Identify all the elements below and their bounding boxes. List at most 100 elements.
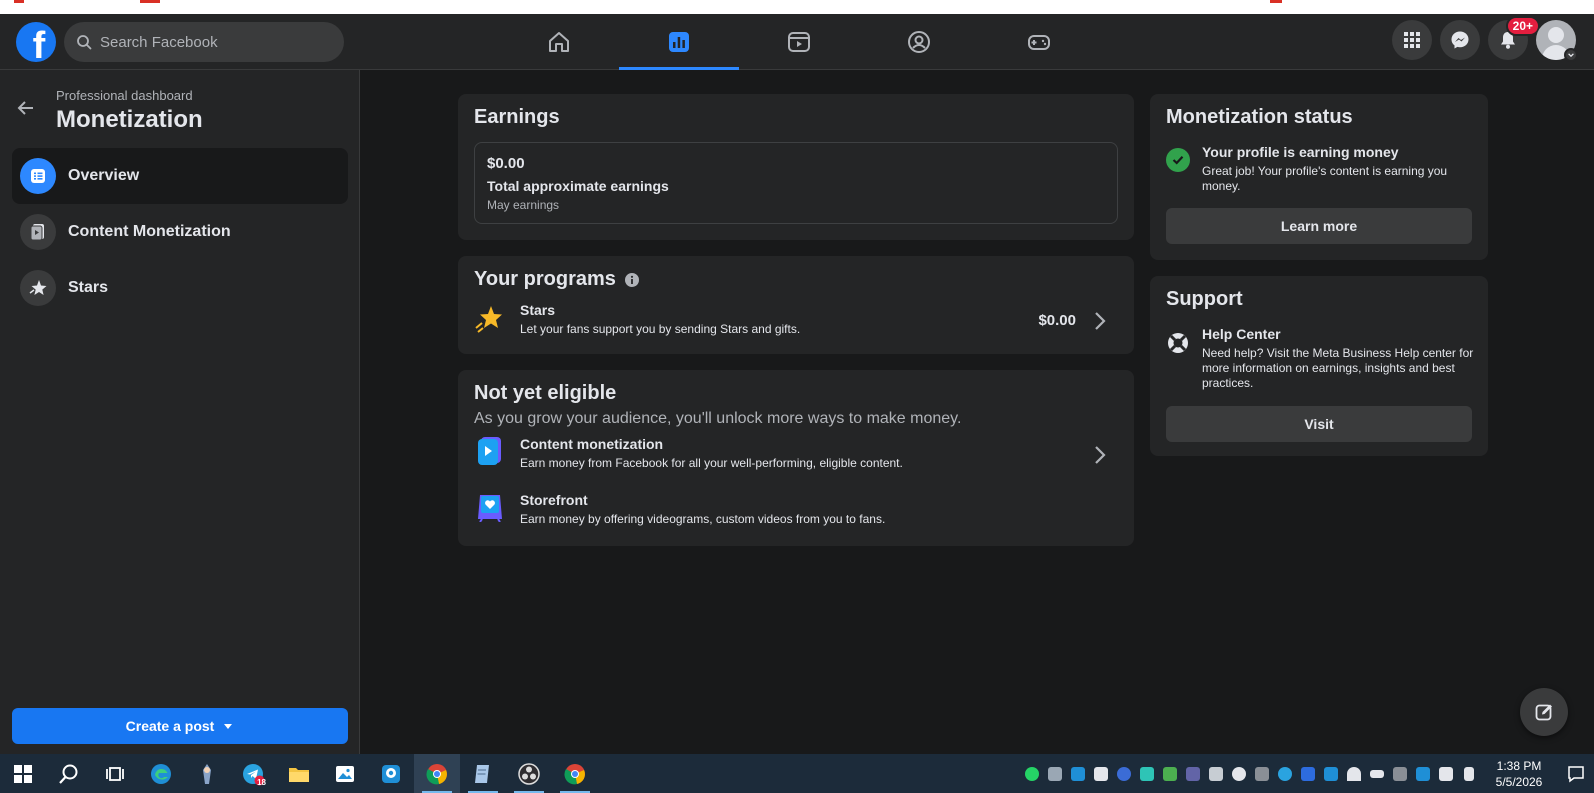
taskbar-file-explorer[interactable]	[276, 754, 322, 793]
tray-app-icon[interactable]	[1296, 754, 1319, 793]
taskbar-chrome-f[interactable]	[552, 754, 598, 793]
security-tray-icon[interactable]	[1434, 754, 1457, 793]
tray-app-icon[interactable]	[1250, 754, 1273, 793]
info-icon[interactable]	[624, 272, 640, 288]
sidebar-item-overview[interactable]: Overview	[12, 148, 348, 204]
page-title: Monetization	[56, 106, 203, 133]
maps-tray-icon[interactable]	[1319, 754, 1342, 793]
grid-menu-icon	[1404, 32, 1420, 48]
create-post-button[interactable]: Create a post	[12, 708, 348, 744]
visit-button[interactable]: Visit	[1166, 406, 1472, 442]
tray-app-icon[interactable]	[1158, 754, 1181, 793]
status-description: Great job! Your profile's content is ear…	[1202, 164, 1448, 193]
tray-app-icon[interactable]	[1112, 754, 1135, 793]
clock-time: 1:38 PM	[1496, 758, 1542, 773]
content-monetization-icon	[20, 214, 56, 250]
tray-app-icon[interactable]	[1204, 754, 1227, 793]
tab-groups[interactable]	[859, 14, 979, 70]
tab-video[interactable]	[739, 14, 859, 70]
taskbar-obs[interactable]	[506, 754, 552, 793]
sidebar-item-content-monetization[interactable]: Content Monetization	[12, 204, 348, 260]
sidebar-item-stars[interactable]: Stars	[12, 260, 348, 316]
windows-logo-icon	[14, 764, 32, 783]
tab-gaming[interactable]	[979, 14, 1099, 70]
help-center-description: Need help? Visit the Meta Business Help …	[1202, 346, 1474, 390]
star-icon	[20, 270, 56, 306]
top-navigation-bar: f Search Facebook 20+	[0, 14, 1594, 70]
wifi-icon[interactable]	[1342, 754, 1365, 793]
photos-tray-icon[interactable]	[1066, 754, 1089, 793]
chevron-right-icon	[1095, 312, 1106, 330]
sidebar-menu: Overview Content Monetization Stars	[12, 148, 348, 316]
search-input[interactable]	[100, 33, 330, 51]
program-row-content-monetization[interactable]: Content monetization Earn money from Fac…	[474, 436, 1118, 476]
sidebar-subtitle: Professional dashboard	[56, 88, 193, 103]
battery-icon[interactable]	[1365, 754, 1388, 793]
new-message-button[interactable]	[1520, 688, 1568, 736]
back-arrow-icon[interactable]	[16, 98, 36, 118]
tray-app-icon[interactable]	[1135, 754, 1158, 793]
windows-start-button[interactable]	[0, 754, 46, 793]
menu-button[interactable]	[1392, 20, 1432, 60]
task-view-button[interactable]	[92, 754, 138, 793]
program-title: Stars	[520, 302, 556, 318]
obs-tray-icon[interactable]	[1227, 754, 1250, 793]
tab-professional-dashboard[interactable]	[619, 14, 739, 70]
taskbar-chrome-a[interactable]	[414, 754, 460, 793]
program-title: Storefront	[520, 492, 588, 508]
monetization-status-card: Monetization status Your profile is earn…	[1150, 94, 1488, 260]
not-eligible-subtitle: As you grow your audience, you'll unlock…	[474, 410, 962, 427]
system-tray: 1:38 PM 5/5/2026	[1020, 754, 1594, 793]
telegram-tray-icon[interactable]	[1273, 754, 1296, 793]
tray-app-icon[interactable]	[1089, 754, 1112, 793]
search-icon	[77, 35, 92, 50]
dashboard-icon	[669, 32, 689, 52]
anime-app-icon	[203, 763, 211, 784]
gaming-icon	[1028, 35, 1050, 50]
facebook-logo-icon[interactable]: f	[16, 22, 56, 62]
account-menu[interactable]	[1536, 20, 1578, 62]
program-row-storefront[interactable]: Storefront Earn money by offering videog…	[474, 492, 1118, 532]
windows-taskbar: 18 1:38 PM 5/5/2026	[0, 754, 1594, 793]
program-row-stars[interactable]: Stars Let your fans support you by sendi…	[474, 302, 1118, 342]
edge-icon	[151, 763, 171, 784]
tray-app-icon[interactable]	[1043, 754, 1066, 793]
tray-app-icon[interactable]	[1411, 754, 1434, 793]
program-description: Earn money from Facebook for all your we…	[520, 456, 903, 470]
location-icon	[382, 764, 400, 783]
tab-home[interactable]	[499, 14, 619, 70]
lifebuoy-icon	[1168, 333, 1188, 353]
sidebar: Professional dashboard Monetization Over…	[0, 70, 360, 754]
learn-more-button[interactable]: Learn more	[1166, 208, 1472, 244]
earnings-card: Earnings $0.00 Total approximate earning…	[458, 94, 1134, 240]
notifications-button[interactable]: 20+	[1488, 16, 1540, 60]
teams-tray-icon[interactable]	[1181, 754, 1204, 793]
programs-title: Your programs	[474, 268, 616, 290]
action-center-button[interactable]	[1558, 764, 1594, 784]
notification-badge: 20+	[1505, 16, 1540, 36]
search-box[interactable]	[64, 22, 344, 62]
taskbar-app-character[interactable]	[184, 754, 230, 793]
taskbar-edge[interactable]	[138, 754, 184, 793]
obs-icon	[518, 762, 540, 785]
messenger-button[interactable]	[1440, 20, 1480, 60]
notification-center-icon	[1568, 765, 1584, 782]
notepad-icon	[475, 764, 489, 783]
taskbar-photos[interactable]	[322, 754, 368, 793]
taskbar-telegram[interactable]: 18	[230, 754, 276, 793]
folder-icon	[289, 767, 309, 782]
taskbar-clock[interactable]: 1:38 PM 5/5/2026	[1480, 758, 1558, 790]
earnings-label: Total approximate earnings	[487, 178, 669, 194]
program-description: Earn money by offering videograms, custo…	[520, 512, 886, 526]
tray-app-icon[interactable]	[1388, 754, 1411, 793]
create-post-label: Create a post	[125, 718, 215, 734]
whatsapp-tray-icon[interactable]	[1020, 754, 1043, 793]
support-card: Support Help Center Need help? Visit the…	[1150, 276, 1488, 456]
storefront-icon	[478, 495, 502, 522]
volume-icon[interactable]	[1457, 754, 1480, 793]
taskbar-notepad[interactable]	[460, 754, 506, 793]
earnings-title: Earnings	[474, 106, 560, 128]
taskbar-search-button[interactable]	[46, 754, 92, 793]
compose-icon	[1535, 704, 1552, 721]
taskbar-maps[interactable]	[368, 754, 414, 793]
